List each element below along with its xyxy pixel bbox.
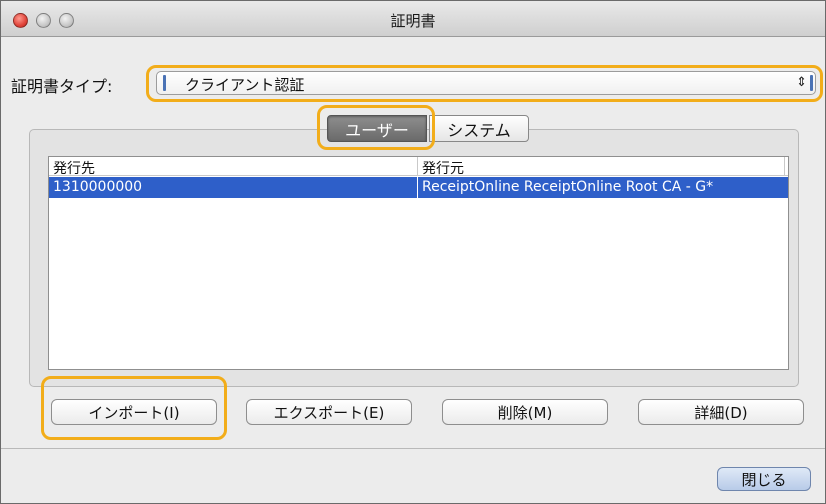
window-title: 証明書 bbox=[390, 12, 436, 30]
cell-issued-by: ReceiptOnline ReceiptOnline Root CA - G* bbox=[422, 179, 714, 195]
delete-button[interactable]: 削除(M) bbox=[442, 399, 608, 425]
export-button[interactable]: エクスポート(E) bbox=[246, 399, 412, 425]
highlight-users-tab bbox=[317, 105, 435, 150]
highlight-certificate-type bbox=[146, 65, 823, 102]
row-divider bbox=[417, 177, 418, 198]
tab-system[interactable]: システム bbox=[429, 115, 529, 142]
highlight-import-button bbox=[41, 376, 227, 440]
certificate-table[interactable]: 発行先 発行元 1310000000 ReceiptOnline Receipt… bbox=[48, 156, 789, 370]
column-divider bbox=[784, 157, 785, 176]
table-row[interactable]: 1310000000 ReceiptOnline ReceiptOnline R… bbox=[49, 177, 788, 198]
column-header-issued-to[interactable]: 発行先 bbox=[53, 158, 95, 178]
certificate-type-label: 証明書タイプ: bbox=[11, 77, 113, 96]
table-header: 発行先 発行元 bbox=[49, 157, 788, 178]
column-header-issued-by[interactable]: 発行元 bbox=[422, 158, 464, 178]
cell-issued-to: 1310000000 bbox=[53, 179, 143, 195]
close-button[interactable]: 閉じる bbox=[717, 467, 811, 491]
title-bar: 証明書 bbox=[1, 1, 825, 37]
footer-separator bbox=[1, 448, 825, 449]
column-divider bbox=[417, 157, 418, 176]
certificate-window: 証明書 証明書タイプ: クライアント認証 ⇕ ユーザー システム 発行先 発行元… bbox=[0, 0, 826, 504]
detail-button[interactable]: 詳細(D) bbox=[638, 399, 804, 425]
